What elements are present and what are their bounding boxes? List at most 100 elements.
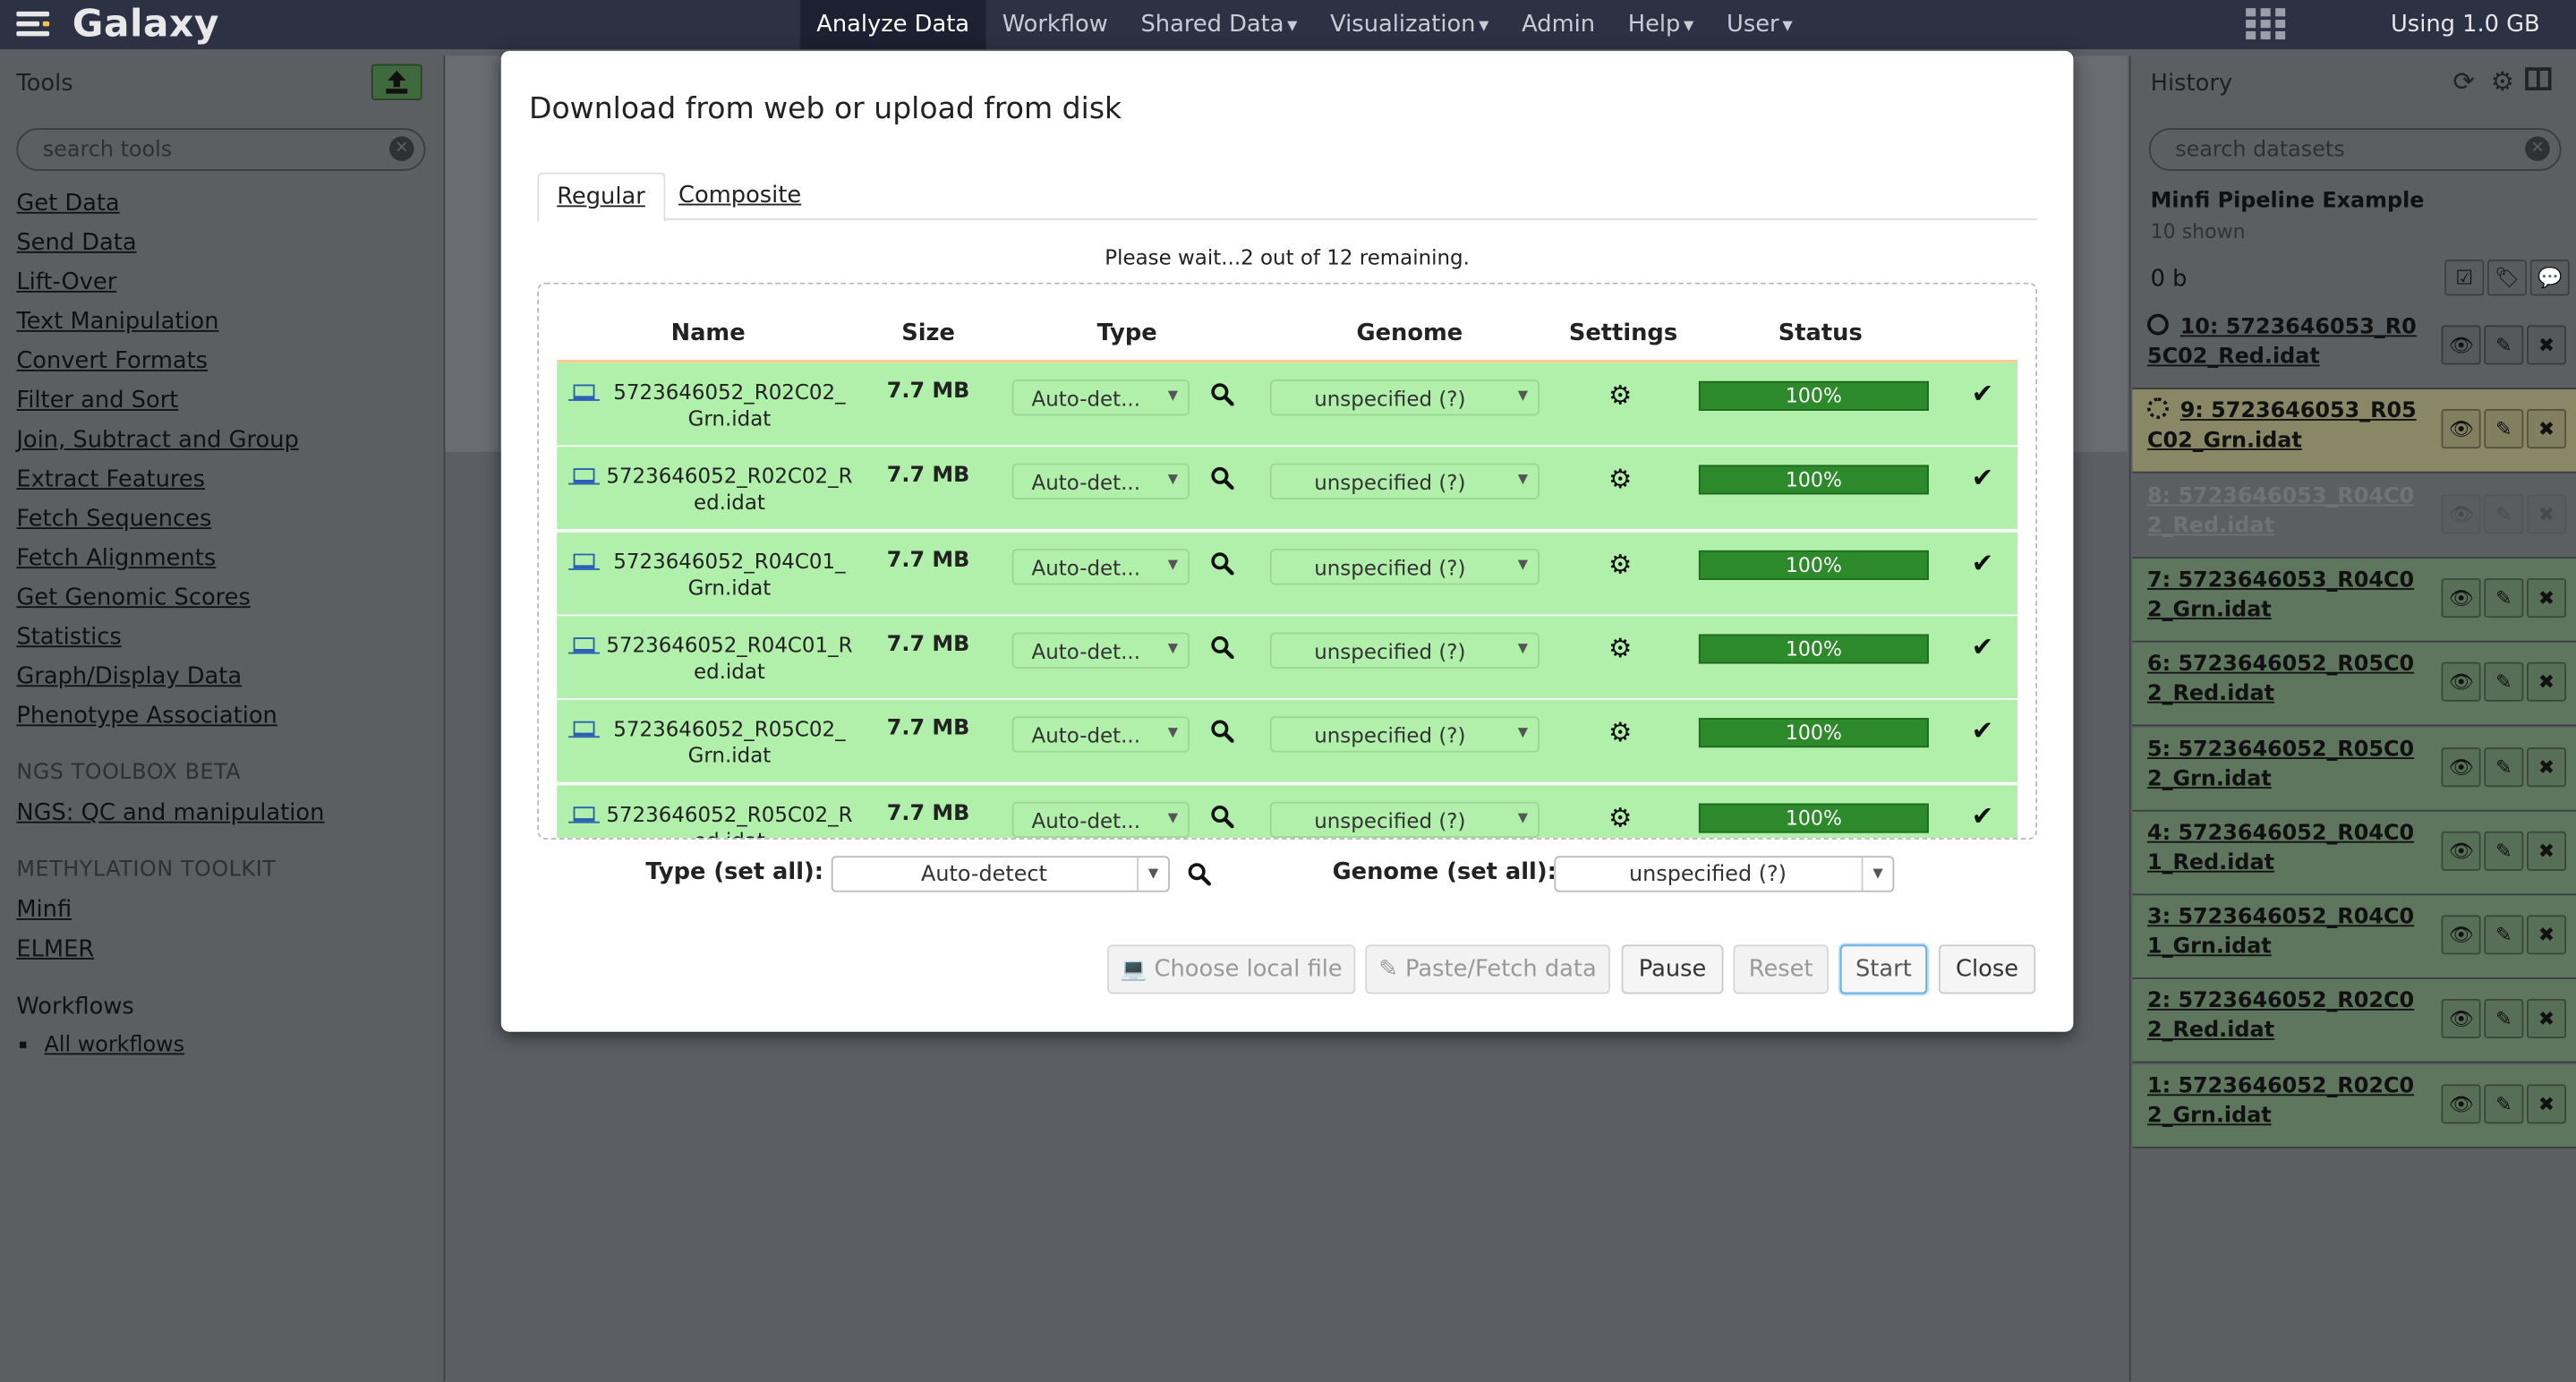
dataset-title[interactable]: 3: 5723646052_R04C01_Grn.idat: [2147, 904, 2427, 963]
delete-icon[interactable]: ✖: [2526, 325, 2567, 365]
tool-link-statistics[interactable]: Statistics: [16, 624, 121, 650]
dataset-title[interactable]: 4: 5723646052_R04C01_Red.idat: [2147, 820, 2427, 879]
pencil-icon[interactable]: ✎: [2484, 831, 2524, 871]
dataset-item[interactable]: 6: 5723646052_R05C02_Red.idat 👁 ✎ ✖: [2132, 643, 2576, 727]
pause-button[interactable]: Pause: [1621, 944, 1724, 994]
select-datasets-icon[interactable]: ☑: [2444, 260, 2485, 296]
genome-select[interactable]: unspecified (?) ▼: [1269, 716, 1540, 754]
gear-icon[interactable]: ⚙: [2491, 65, 2514, 97]
eye-icon[interactable]: 👁: [2441, 662, 2481, 703]
dataset-item[interactable]: 2: 5723646052_R02C02_Red.idat 👁 ✎ ✖: [2132, 979, 2576, 1064]
brand[interactable]: Galaxy: [16, 0, 219, 49]
nav-shared-data[interactable]: Shared Data ▼: [1124, 0, 1314, 49]
dataset-title[interactable]: 8: 5723646053_R04C02_Red.idat: [2147, 482, 2427, 542]
genome-select[interactable]: unspecified (?) ▼: [1269, 464, 1540, 500]
genome-select[interactable]: unspecified (?) ▼: [1269, 632, 1540, 669]
tool-link-text-manipulation[interactable]: Text Manipulation: [16, 309, 218, 335]
history-name[interactable]: Minfi Pipeline Example: [2151, 189, 2425, 214]
pencil-icon[interactable]: ✎: [2484, 493, 2524, 533]
gear-icon[interactable]: ⚙: [1608, 548, 1632, 579]
nav-help[interactable]: Help ▼: [1611, 0, 1710, 49]
genome-select[interactable]: unspecified (?) ▼: [1269, 800, 1540, 838]
genome-select[interactable]: unspecified (?) ▼: [1269, 548, 1540, 584]
genome-set-all-select[interactable]: unspecified (?) ▼: [1554, 856, 1895, 892]
dataset-item[interactable]: 7: 5723646053_R04C02_Grn.idat 👁 ✎ ✖: [2132, 558, 2576, 643]
file-type-select[interactable]: Auto-det... ▼: [1011, 800, 1190, 838]
eye-icon[interactable]: 👁: [2441, 325, 2481, 365]
tool-link-phenotype-association[interactable]: Phenotype Association: [16, 704, 277, 729]
tool-link-ngs-qc[interactable]: NGS: QC and manipulation: [16, 800, 324, 826]
all-workflows-link[interactable]: All workflows: [45, 1034, 185, 1059]
delete-icon[interactable]: ✖: [2526, 831, 2567, 871]
eye-icon[interactable]: 👁: [2441, 999, 2481, 1039]
search-icon[interactable]: [1188, 863, 1211, 886]
tool-link-graph-display-data[interactable]: Graph/Display Data: [16, 664, 242, 690]
pencil-icon[interactable]: ✎: [2484, 577, 2524, 618]
tool-link-extract-features[interactable]: Extract Features: [16, 466, 205, 492]
delete-icon[interactable]: ✖: [2526, 662, 2567, 703]
close-button[interactable]: Close: [1938, 944, 2036, 994]
delete-icon[interactable]: ✖: [2526, 409, 2567, 449]
file-type-select[interactable]: Auto-det... ▼: [1011, 548, 1190, 584]
type-set-all-select[interactable]: Auto-detect ▼: [831, 856, 1170, 892]
search-icon[interactable]: [1211, 551, 1234, 575]
columns-icon[interactable]: [2525, 67, 2552, 90]
tool-search[interactable]: search tools ✕: [16, 128, 426, 171]
search-icon[interactable]: [1211, 804, 1234, 828]
pencil-icon[interactable]: ✎: [2484, 915, 2524, 955]
tool-link-elmer[interactable]: ELMER: [16, 936, 94, 962]
history-search[interactable]: search datasets ✕: [2148, 128, 2562, 171]
dataset-item[interactable]: 10: 5723646053_R05C02_Red.idat 👁 ✎ ✖: [2132, 305, 2576, 390]
clear-search-icon[interactable]: ✕: [2525, 136, 2550, 161]
eye-icon[interactable]: 👁: [2441, 493, 2481, 533]
annotation-icon[interactable]: 💬: [2529, 260, 2570, 296]
search-icon[interactable]: [1211, 636, 1234, 659]
tab-composite[interactable]: Composite: [661, 173, 820, 218]
tool-link-convert-formats[interactable]: Convert Formats: [16, 348, 208, 374]
gear-icon[interactable]: ⚙: [1608, 380, 1632, 411]
nav-analyze-data[interactable]: Analyze Data: [799, 0, 986, 50]
tool-link-get-data[interactable]: Get Data: [16, 191, 119, 217]
start-button[interactable]: Start: [1839, 944, 1928, 994]
dataset-title[interactable]: 5: 5723646052_R05C02_Grn.idat: [2147, 735, 2427, 794]
eye-icon[interactable]: 👁: [2441, 746, 2481, 787]
gear-icon[interactable]: ⚙: [1608, 632, 1632, 663]
dataset-title[interactable]: 2: 5723646052_R02C02_Red.idat: [2147, 988, 2427, 1047]
dataset-title[interactable]: 9: 5723646053_R05C02_Grn.idat: [2147, 398, 2427, 457]
refresh-icon[interactable]: ⟳: [2452, 65, 2475, 97]
pencil-icon[interactable]: ✎: [2484, 1083, 2524, 1123]
nav-visualization[interactable]: Visualization ▼: [1314, 0, 1506, 49]
tool-link-get-genomic-scores[interactable]: Get Genomic Scores: [16, 584, 251, 610]
pencil-icon[interactable]: ✎: [2484, 409, 2524, 449]
dataset-item[interactable]: 9: 5723646053_R05C02_Grn.idat 👁 ✎ ✖: [2132, 389, 2576, 474]
pencil-icon[interactable]: ✎: [2484, 662, 2524, 703]
delete-icon[interactable]: ✖: [2526, 1083, 2567, 1123]
reset-button[interactable]: Reset: [1733, 944, 1829, 994]
search-icon[interactable]: [1211, 383, 1234, 406]
file-type-select[interactable]: Auto-det... ▼: [1011, 464, 1190, 500]
eye-icon[interactable]: 👁: [2441, 1083, 2481, 1123]
file-type-select[interactable]: Auto-det... ▼: [1011, 716, 1190, 754]
search-icon[interactable]: [1211, 467, 1234, 491]
nav-user[interactable]: User ▼: [1710, 0, 1809, 49]
gear-icon[interactable]: ⚙: [1608, 801, 1632, 832]
pencil-icon[interactable]: ✎: [2484, 999, 2524, 1039]
dataset-title[interactable]: 10: 5723646053_R05C02_Red.idat: [2147, 314, 2427, 373]
delete-icon[interactable]: ✖: [2526, 577, 2567, 618]
dataset-item[interactable]: 8: 5723646053_R04C02_Red.idat 👁 ✎ ✖: [2132, 473, 2576, 559]
upload-button[interactable]: [371, 64, 422, 100]
apps-grid-icon[interactable]: [2246, 8, 2289, 41]
dataset-title[interactable]: 7: 5723646053_R04C02_Grn.idat: [2147, 567, 2427, 626]
genome-select[interactable]: unspecified (?) ▼: [1269, 380, 1540, 416]
dataset-item[interactable]: 4: 5723646052_R04C01_Red.idat 👁 ✎ ✖: [2132, 811, 2576, 895]
eye-icon[interactable]: 👁: [2441, 577, 2481, 618]
tool-link-send-data[interactable]: Send Data: [16, 230, 136, 256]
delete-icon[interactable]: ✖: [2526, 493, 2567, 533]
dataset-title[interactable]: 6: 5723646052_R05C02_Red.idat: [2147, 651, 2427, 710]
choose-local-file-button[interactable]: 💻 Choose local file: [1107, 944, 1356, 994]
file-type-select[interactable]: Auto-det... ▼: [1011, 632, 1190, 669]
tool-link-join-subtract-and-group[interactable]: Join, Subtract and Group: [16, 427, 299, 453]
paste-fetch-button[interactable]: ✎ Paste/Fetch data: [1365, 944, 1610, 994]
tool-link-filter-and-sort[interactable]: Filter and Sort: [16, 388, 178, 414]
file-type-select[interactable]: Auto-det... ▼: [1011, 380, 1190, 416]
